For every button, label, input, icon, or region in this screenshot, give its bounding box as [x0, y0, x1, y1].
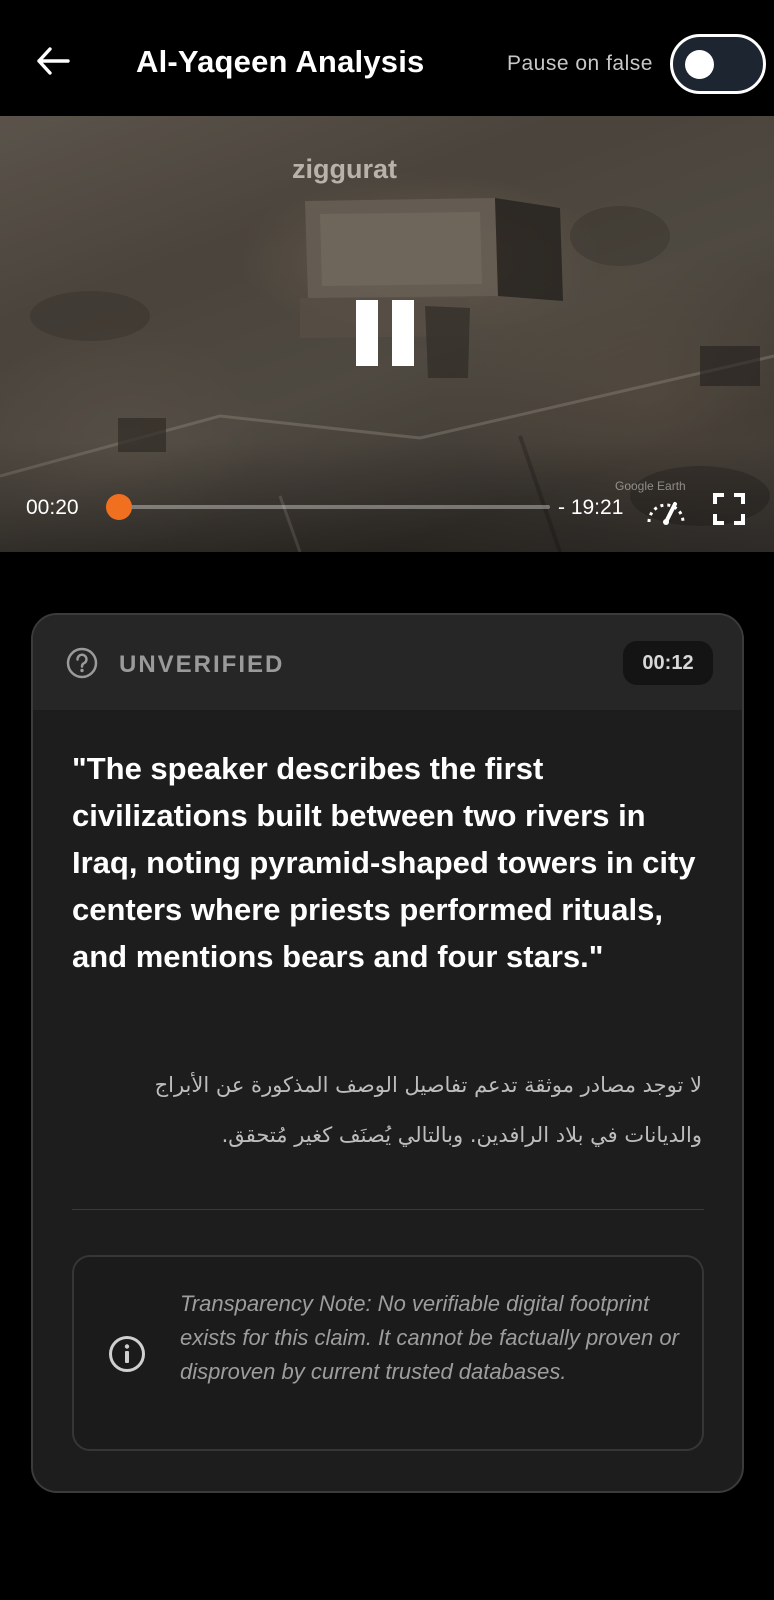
- verification-status: UNVERIFIED: [119, 651, 285, 678]
- fullscreen-icon[interactable]: [712, 492, 746, 526]
- pause-on-false-toggle[interactable]: [670, 34, 766, 94]
- question-circle-icon: [66, 647, 98, 679]
- playback-speed-icon[interactable]: [645, 492, 687, 526]
- app-header: Al-Yaqeen Analysis Pause on false: [0, 0, 774, 116]
- pause-bar-right: [392, 300, 414, 366]
- transparency-note: Transparency Note: No verifiable digital…: [72, 1255, 704, 1451]
- video-overlay-label: ziggurat: [292, 154, 397, 184]
- progress-thumb[interactable]: [106, 494, 132, 520]
- fact-check-card: UNVERIFIED 00:12 "The speaker describes …: [31, 613, 744, 1493]
- transparency-note-text: Transparency Note: No verifiable digital…: [180, 1291, 679, 1384]
- claim-text: "The speaker describes the first civiliz…: [72, 751, 696, 974]
- current-time: 00:20: [26, 496, 79, 519]
- claim-timestamp[interactable]: 00:12: [623, 641, 713, 685]
- toggle-knob: [685, 50, 714, 79]
- video-watermark: Google Earth: [615, 479, 686, 493]
- pause-on-false-label: Pause on false: [507, 52, 653, 75]
- page-title: Al-Yaqeen Analysis: [136, 44, 425, 79]
- progress-bar[interactable]: [120, 505, 550, 509]
- pause-bar-left: [356, 300, 378, 366]
- info-circle-icon: [108, 1335, 146, 1373]
- back-arrow-icon[interactable]: [30, 38, 76, 84]
- remaining-time: - 19:21: [558, 496, 624, 519]
- arabic-explanation: لا توجد مصادر موثقة تدعم تفاصيل الوصف ال…: [154, 1073, 702, 1147]
- divider: [72, 1209, 704, 1210]
- card-header: UNVERIFIED 00:12: [33, 615, 742, 710]
- pause-icon[interactable]: [352, 300, 420, 370]
- video-player[interactable]: ziggurat Google Earth 00:20 - 19:21: [0, 116, 774, 552]
